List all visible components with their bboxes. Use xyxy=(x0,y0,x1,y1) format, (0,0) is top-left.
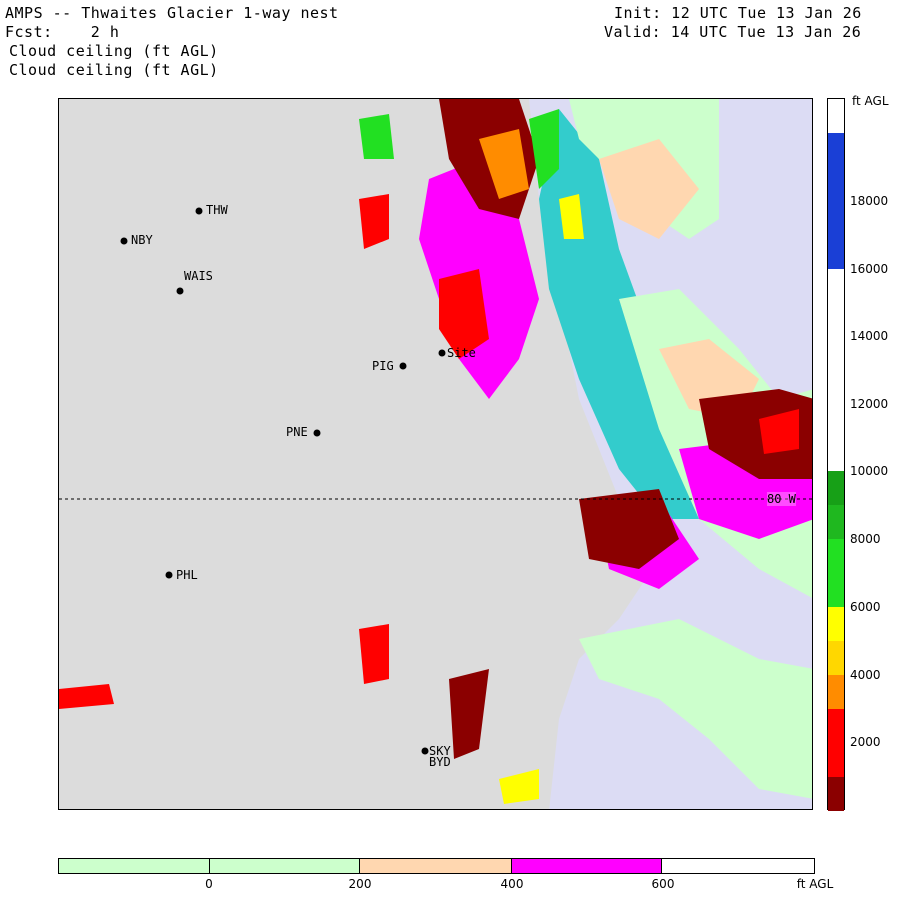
field-name-1: Cloud ceiling (ft AGL) xyxy=(9,42,219,60)
colorbar-bottom-unit: ft AGL xyxy=(796,877,834,891)
colorbar-bottom-seg xyxy=(360,859,512,873)
colorbar-seg xyxy=(828,539,844,607)
colorbar-bottom-seg xyxy=(209,859,361,873)
cloud-ceiling-field xyxy=(59,99,812,809)
colorbar-seg xyxy=(828,471,844,505)
station-dot-nby xyxy=(120,237,128,245)
station-label-phl: PHL xyxy=(176,568,198,582)
colorbar-label-8000: 8000 xyxy=(850,532,881,546)
map-title: AMPS -- Thwaites Glacier 1-way nest xyxy=(5,4,339,22)
colorbar-label-16000: 16000 xyxy=(850,262,889,276)
station-label-pne: PNE xyxy=(286,425,308,439)
colorbar-seg xyxy=(828,675,844,709)
station-label-wais: WAIS xyxy=(184,269,213,283)
colorbar-bottom-label-0: 0 xyxy=(205,877,213,891)
colorbar-seg xyxy=(828,133,844,269)
forecast-label: Fcst: 2 h xyxy=(5,23,119,41)
field-name-2: Cloud ceiling (ft AGL) xyxy=(9,61,219,79)
latitude-label: 80 W xyxy=(767,492,796,506)
station-label-pig: PIG xyxy=(372,359,394,373)
colorbar-seg xyxy=(828,709,844,777)
colorbar-bottom-seg xyxy=(662,859,815,873)
colorbar-bottom-seg xyxy=(511,859,663,873)
init-time: Init: 12 UTC Tue 13 Jan 26 xyxy=(614,4,862,22)
colorbar-bottom-label-600: 600 xyxy=(651,877,675,891)
colorbar-seg xyxy=(828,269,844,471)
colorbar-seg xyxy=(828,777,844,811)
colorbar-seg xyxy=(828,505,844,539)
fcst-value: 2 h xyxy=(90,23,120,41)
station-dot-sky xyxy=(421,747,429,755)
colorbar-bottom xyxy=(58,858,815,874)
station-dot-phl xyxy=(165,571,173,579)
valid-time: Valid: 14 UTC Tue 13 Jan 26 xyxy=(604,23,862,41)
station-label-nby: NBY xyxy=(131,233,153,247)
station-label-site: Site xyxy=(447,346,476,360)
station-dot-thw xyxy=(195,207,203,215)
colorbar-label-10000: 10000 xyxy=(850,464,889,478)
colorbar-label-12000: 12000 xyxy=(850,397,889,411)
colorbar-right xyxy=(827,98,845,811)
map-panel: THW NBY WAIS PIG Site PNE PHL SKY BYD 80… xyxy=(58,98,813,810)
colorbar-right-unit: ft AGL xyxy=(852,94,889,108)
station-label-thw: THW xyxy=(206,203,228,217)
station-dot-site xyxy=(438,349,446,357)
station-dot-pne xyxy=(313,429,321,437)
station-dot-wais xyxy=(176,287,184,295)
colorbar-bottom-label-200: 200 xyxy=(348,877,372,891)
colorbar-label-2000: 2000 xyxy=(850,735,881,749)
colorbar-label-18000: 18000 xyxy=(850,194,889,208)
colorbar-label-14000: 14000 xyxy=(850,329,889,343)
colorbar-seg xyxy=(828,607,844,641)
colorbar-seg xyxy=(828,641,844,675)
colorbar-bottom-label-400: 400 xyxy=(500,877,524,891)
colorbar-seg xyxy=(828,99,844,133)
station-dot-pig xyxy=(399,362,407,370)
colorbar-label-4000: 4000 xyxy=(850,668,881,682)
colorbar-bottom-seg xyxy=(59,859,210,873)
colorbar-label-6000: 6000 xyxy=(850,600,881,614)
station-label-byd: BYD xyxy=(429,755,451,769)
fcst-label: Fcst: xyxy=(5,23,53,41)
